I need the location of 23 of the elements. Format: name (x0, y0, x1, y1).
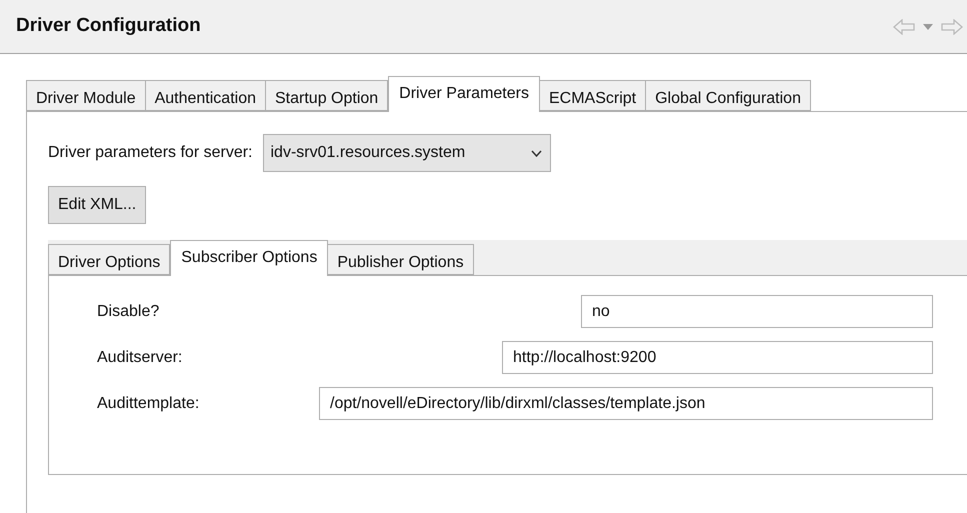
tab[interactable]: Startup Option (265, 80, 388, 111)
subtab[interactable]: Publisher Options (327, 244, 474, 275)
text-field[interactable]: http://localhost:9200 (502, 341, 933, 374)
field-label: Auditserver: (97, 348, 182, 368)
tab[interactable]: Global Configuration (645, 80, 811, 111)
field-label: Audittemplate: (97, 394, 200, 414)
subtab[interactable]: Driver Options (48, 244, 170, 275)
tab[interactable]: Driver Parameters (388, 76, 540, 112)
tab[interactable]: Authentication (144, 80, 266, 111)
editor-title: Driver Configuration (16, 14, 202, 38)
tab[interactable]: Driver Module (26, 80, 146, 111)
edit-xml-button[interactable]: Edit XML... (48, 186, 146, 224)
tab[interactable]: ECMAScript (538, 80, 646, 111)
server-dropdown[interactable]: idv-srv01.resources.system (262, 134, 550, 172)
text-field[interactable]: no (581, 295, 933, 328)
subtab[interactable]: Subscriber Options (170, 240, 328, 276)
dropdown-caret-icon[interactable] (923, 24, 933, 30)
field-label: Disable? (97, 302, 160, 322)
text-field[interactable]: /opt/novell/eDirectory/lib/dirxml/classes/template.json (319, 387, 933, 420)
back-arrow-icon[interactable] (893, 18, 915, 34)
server-label: Driver parameters for server: (48, 143, 252, 163)
forward-arrow-icon[interactable] (941, 18, 963, 34)
chevron-down-icon (530, 150, 542, 156)
